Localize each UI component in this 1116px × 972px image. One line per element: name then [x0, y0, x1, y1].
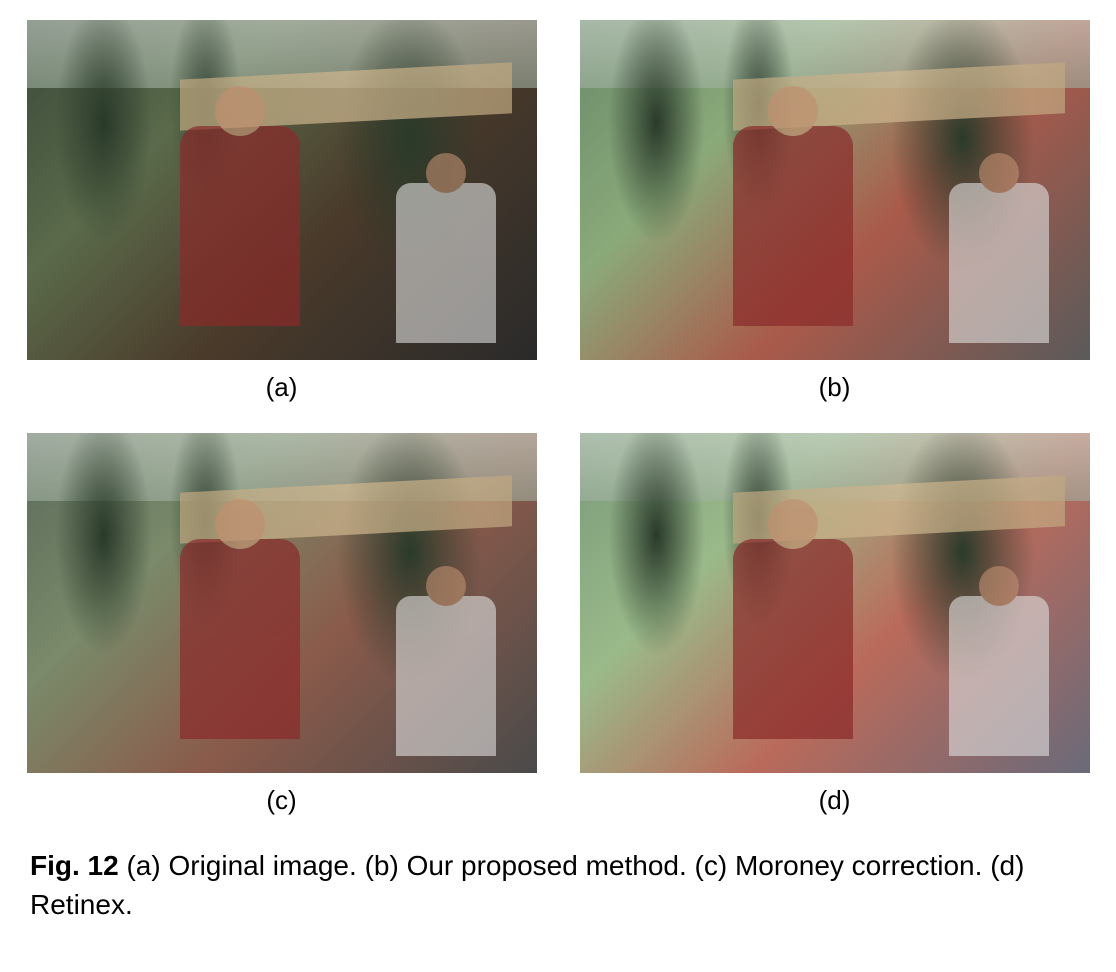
image-b-proposed — [580, 20, 1090, 360]
subfigure-a: (a) — [20, 20, 543, 403]
sublabel-d: (d) — [819, 785, 851, 816]
image-c-moroney — [27, 433, 537, 773]
image-d-retinex — [580, 433, 1090, 773]
image-a-original — [27, 20, 537, 360]
scene-content — [27, 433, 537, 773]
sublabel-b: (b) — [819, 372, 851, 403]
caption-part-a: (a) Original image. — [126, 850, 356, 881]
figure-label: Fig. 12 — [30, 850, 119, 881]
scene-content — [580, 433, 1090, 773]
caption-part-c: (c) Moroney correction. — [695, 850, 983, 881]
image-grid: (a) (b) — [20, 20, 1096, 816]
subfigure-c: (c) — [20, 433, 543, 816]
figure-container: (a) (b) — [20, 20, 1096, 924]
figure-caption: Fig. 12 (a) Original image. (b) Our prop… — [20, 846, 1096, 924]
sublabel-a: (a) — [266, 372, 298, 403]
caption-part-b: (b) Our proposed method. — [365, 850, 687, 881]
subfigure-b: (b) — [573, 20, 1096, 403]
scene-content — [27, 20, 537, 360]
scene-content — [580, 20, 1090, 360]
subfigure-d: (d) — [573, 433, 1096, 816]
sublabel-c: (c) — [266, 785, 296, 816]
